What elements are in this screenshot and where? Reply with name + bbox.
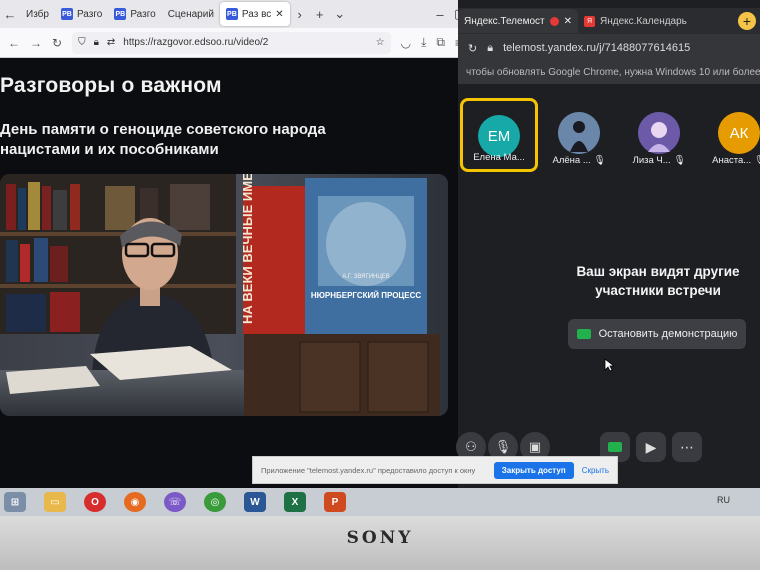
- book1-spine-text: НА ВЕКИ ВЕЧНЫЕ ИМЕНЕМ ЧЕЛОВЕЧЕСТВА: [240, 174, 255, 324]
- tab-label: Разго: [130, 8, 156, 20]
- download-icon[interactable]: ⤓: [421, 35, 426, 50]
- avatar-image: [638, 112, 680, 154]
- tab-label: Разго: [76, 8, 103, 20]
- book2-author: А.Г. ЗВЯГИНЦЕВ: [342, 274, 390, 280]
- reload-icon[interactable]: ↻: [468, 42, 477, 55]
- tab-label: Избр: [26, 8, 49, 20]
- book2-title: НЮРНБЕРГСКИЙ ПРОЦЕСС: [311, 291, 422, 300]
- close-tab-icon[interactable]: ✕: [564, 16, 572, 27]
- participant-tile[interactable]: Лиза Ч... 🎙︎: [620, 98, 698, 172]
- new-tab-icon[interactable]: +: [738, 12, 756, 30]
- shield-icon: ⛉: [78, 37, 86, 48]
- avatar: ЕМ: [478, 115, 520, 157]
- participant-name: Анаста... 🎙︎: [700, 155, 760, 166]
- chrome-tab-bar: Яндекс.Телемост ✕ Я Яндекс.Календарь +: [458, 8, 760, 34]
- mouse-cursor-icon: [604, 358, 614, 372]
- tab-scenario[interactable]: Сценарий: [162, 2, 220, 26]
- page-title: Разговоры о важном: [0, 74, 222, 97]
- tab-label: Яндекс.Телемост: [464, 15, 545, 27]
- back-icon[interactable]: ←: [0, 7, 20, 22]
- chrome-nav-bar: ↻ 🔒︎ telemost.yandex.ru/j/71488077614615: [458, 34, 760, 62]
- bookmark-star-icon[interactable]: ☆: [376, 37, 385, 48]
- recording-dot-icon: [549, 16, 559, 26]
- permissions-icon[interactable]: ⇄: [107, 37, 115, 48]
- hide-link[interactable]: Скрыть: [582, 466, 609, 475]
- forward-icon[interactable]: →: [30, 36, 42, 50]
- tab-calendar[interactable]: Я Яндекс.Календарь: [578, 9, 693, 33]
- chrome-info-bar: чтобы обновлять Google Chrome, нужна Win…: [458, 62, 760, 84]
- tab-scroll-right-icon[interactable]: ›: [290, 7, 310, 22]
- tab-izbr[interactable]: Избр: [20, 2, 55, 26]
- lock-icon: 🔒︎: [487, 41, 494, 54]
- mic-muted-icon: 🎙︎: [673, 155, 686, 166]
- avatar-image: [558, 112, 600, 154]
- participant-tile[interactable]: ЕМ Елена Ма...: [460, 98, 538, 172]
- screen-share-message: Ваш экран видят другие участники встречи: [576, 264, 740, 298]
- opera-icon[interactable]: O: [84, 492, 106, 512]
- play-icon[interactable]: ▶: [636, 432, 666, 462]
- word-icon[interactable]: W: [244, 492, 266, 512]
- tab-label: Сценарий: [167, 8, 214, 20]
- back-icon[interactable]: ←: [8, 36, 20, 50]
- avatar: [638, 112, 680, 154]
- lock-icon: 🔒︎: [93, 37, 99, 48]
- minimize-icon[interactable]: –: [430, 7, 450, 22]
- viber-icon[interactable]: ☏: [164, 492, 186, 512]
- list-tabs-icon[interactable]: ⌄: [330, 6, 350, 22]
- participant-tile[interactable]: АК Анаста... 🎙︎: [700, 98, 760, 172]
- excel-icon[interactable]: X: [284, 492, 306, 512]
- avatar: [558, 112, 600, 154]
- reload-icon[interactable]: ↻: [52, 36, 62, 50]
- laptop-brand-logo: SONY: [346, 528, 414, 548]
- video-player[interactable]: НА ВЕКИ ВЕЧНЫЕ ИМЕНЕМ ЧЕЛОВЕЧЕСТВА А.Г. …: [0, 174, 448, 416]
- firefox-window: ← Избр PB Разго PB Разго Сценарий PB Раз вс…: [0, 0, 470, 488]
- participant-name: Елена Ма...: [473, 152, 525, 163]
- new-tab-icon[interactable]: +: [310, 7, 330, 22]
- firefox-tab-bar: ← Избр PB Разго PB Разго Сценарий PB Раз вс…: [0, 0, 470, 28]
- tab-telemost[interactable]: Яндекс.Телемост ✕: [458, 9, 578, 33]
- mic-muted-icon: 🎙︎: [593, 155, 606, 166]
- start-icon[interactable]: ⊞: [4, 492, 26, 512]
- firefox-icon[interactable]: ◉: [124, 492, 146, 512]
- tab-label: Яндекс.Календарь: [600, 15, 687, 27]
- page-content: Разговоры о важном День памяти о геноцид…: [0, 58, 470, 488]
- address-bar[interactable]: telemost.yandex.ru/j/71488077614615: [503, 42, 690, 54]
- url-text[interactable]: https://razgovor.edsoo.ru/video/2: [123, 37, 268, 48]
- address-bar[interactable]: ⛉ 🔒︎ ⇄ https://razgovor.edsoo.ru/video/2…: [72, 31, 391, 54]
- pb-favicon-icon: PB: [225, 8, 238, 20]
- firefox-nav-bar: ← → ↻ ⛉ 🔒︎ ⇄ https://razgovor.edsoo.ru/v…: [0, 28, 470, 58]
- sharing-notification-bar: Приложение "telemost.yandex.ru" предоста…: [252, 456, 618, 484]
- chrome-window: Яндекс.Телемост ✕ Я Яндекс.Календарь + ↻…: [456, 0, 760, 488]
- pb-favicon-icon: PB: [60, 8, 73, 20]
- laptop-screen-photo: ← Избр PB Разго PB Разго Сценарий PB Раз вс…: [0, 0, 760, 570]
- participants-strip: ЕМ Елена Ма... Алёна ... 🎙︎ Лиза Ч... 🎙︎…: [458, 98, 760, 174]
- extensions-icon[interactable]: ⧉: [436, 35, 445, 50]
- avatar: АК: [718, 112, 760, 154]
- mic-muted-icon: 🎙︎: [753, 155, 760, 166]
- page-subtitle: День памяти о геноциде советского народа…: [0, 121, 326, 158]
- video-frame: НА ВЕКИ ВЕЧНЫЕ ИМЕНЕМ ЧЕЛОВЕЧЕСТВА А.Г. …: [0, 174, 448, 416]
- more-options-icon[interactable]: ⋯: [672, 432, 702, 462]
- stop-screen-share-button[interactable]: Остановить демонстрацию: [568, 319, 746, 349]
- pb-favicon-icon: PB: [114, 8, 127, 20]
- notification-text: Приложение "telemost.yandex.ru" предоста…: [261, 465, 476, 475]
- tab-razgovor-2[interactable]: PB Разго: [108, 2, 161, 26]
- participant-tile[interactable]: Алёна ... 🎙︎: [540, 98, 618, 172]
- tab-razgovor-active[interactable]: PB Раз вс ✕: [219, 2, 290, 26]
- language-indicator[interactable]: RU: [717, 495, 730, 505]
- chrome-icon[interactable]: ◎: [204, 492, 226, 512]
- tab-razgovor-1[interactable]: PB Разго: [55, 2, 108, 26]
- powerpoint-icon[interactable]: P: [324, 492, 346, 512]
- tab-label: Раз вс: [241, 8, 272, 20]
- close-tab-icon[interactable]: ✕: [275, 9, 283, 20]
- participant-name: Лиза Ч... 🎙︎: [632, 155, 686, 166]
- close-access-button[interactable]: Закрыть доступ: [493, 461, 574, 479]
- stop-button-label: Остановить демонстрацию: [598, 328, 738, 340]
- pocket-icon[interactable]: ◡: [401, 36, 411, 50]
- participant-name: Алёна ... 🎙︎: [552, 155, 606, 166]
- file-explorer-icon[interactable]: ▭: [44, 492, 66, 512]
- calendar-favicon-icon: Я: [584, 15, 595, 27]
- screen-share-icon: [576, 329, 591, 339]
- windows-taskbar: ⊞ ▭ O ◉ ☏ ◎ W X P RU: [0, 488, 760, 516]
